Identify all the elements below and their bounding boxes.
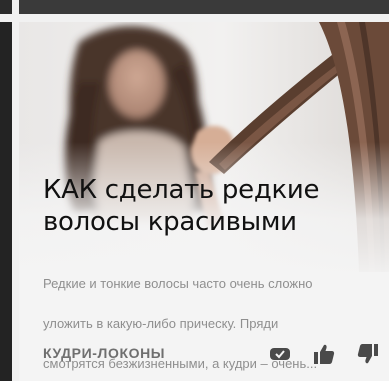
previous-card-bottom [19, 0, 389, 14]
side-card-edge [0, 22, 12, 381]
article-card[interactable]: КАК сделать редкие волосы красивыми Редк… [19, 22, 389, 381]
like-button[interactable] [309, 340, 339, 368]
thumbs-down-icon [357, 344, 378, 364]
hide-icon [270, 348, 290, 360]
article-title-line: КАК сделать редкие [43, 175, 320, 205]
excerpt-line: Редкие и тонкие волосы часто очень сложн… [43, 276, 313, 291]
dislike-button[interactable] [353, 340, 383, 368]
previous-card-edge [0, 0, 12, 14]
card-footer: КУДРИ-ЛОКОНЫ [43, 340, 383, 368]
channel-tag[interactable]: КУДРИ-ЛОКОНЫ [43, 345, 165, 361]
feed-view: КАК сделать редкие волосы красивыми Редк… [0, 0, 389, 381]
hide-button[interactable] [265, 340, 295, 368]
card-actions [265, 340, 383, 368]
thumbs-up-icon [314, 344, 335, 364]
article-title-line: волосы красивыми [43, 207, 297, 237]
excerpt-line: уложить в какую-либо прическу. Пряди [43, 316, 279, 331]
article-title[interactable]: КАК сделать редкие волосы красивыми [43, 174, 383, 238]
